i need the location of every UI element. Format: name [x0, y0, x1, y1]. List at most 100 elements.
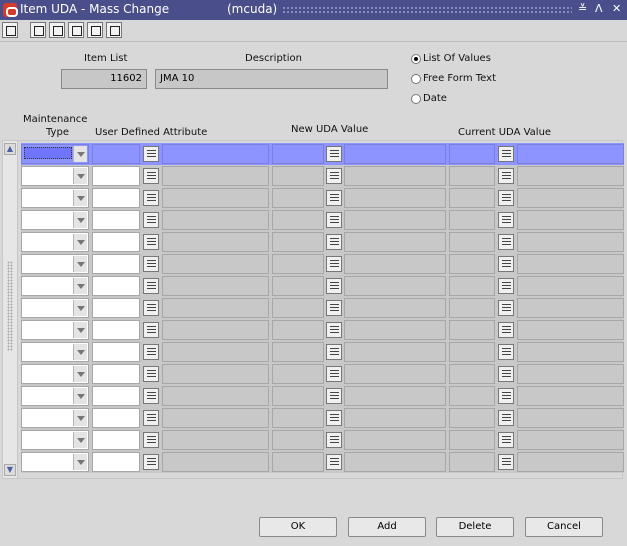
uda-field[interactable] [92, 254, 140, 274]
uda-list-button[interactable] [143, 146, 159, 162]
table-row[interactable] [21, 231, 624, 253]
ok-button[interactable]: OK [259, 517, 337, 537]
chevron-down-icon[interactable] [73, 344, 87, 360]
maintenance-type-select[interactable] [21, 430, 89, 450]
table-row[interactable] [21, 275, 624, 297]
new-uda-value-field[interactable] [272, 298, 324, 318]
current-value-list-button[interactable] [498, 388, 514, 404]
add-button[interactable]: Add [348, 517, 426, 537]
chevron-down-icon[interactable] [73, 388, 87, 404]
table-row[interactable] [21, 451, 624, 473]
maintenance-type-select[interactable] [21, 364, 89, 384]
maintenance-type-select[interactable] [21, 210, 89, 230]
uda-list-button[interactable] [143, 366, 159, 382]
uda-list-button[interactable] [143, 322, 159, 338]
maintenance-type-select[interactable] [21, 276, 89, 296]
maintenance-type-select[interactable] [21, 320, 89, 340]
new-value-list-button[interactable] [326, 388, 342, 404]
current-value-list-button[interactable] [498, 344, 514, 360]
description-field[interactable]: JMA 10 [155, 69, 388, 89]
uda-list-button[interactable] [143, 344, 159, 360]
uda-list-button[interactable] [143, 454, 159, 470]
maintenance-type-select[interactable] [21, 188, 89, 208]
uda-field[interactable] [92, 166, 140, 186]
table-row[interactable] [21, 341, 624, 363]
new-value-list-button[interactable] [326, 168, 342, 184]
table-row[interactable] [21, 209, 624, 231]
date-radio[interactable] [411, 94, 421, 104]
chevron-down-icon[interactable] [73, 322, 87, 338]
chevron-down-icon[interactable] [73, 212, 87, 228]
current-value-list-button[interactable] [498, 300, 514, 316]
uda-field[interactable] [92, 386, 140, 406]
current-value-list-button[interactable] [498, 146, 514, 162]
maximize-icon[interactable]: ᐱ [595, 2, 603, 15]
chevron-down-icon[interactable] [73, 278, 87, 294]
uda-field[interactable] [92, 144, 140, 164]
chevron-down-icon[interactable] [73, 300, 87, 316]
print-icon[interactable] [87, 22, 103, 38]
new-value-list-button[interactable] [326, 432, 342, 448]
current-value-list-button[interactable] [498, 432, 514, 448]
uda-field[interactable] [92, 452, 140, 472]
uda-list-button[interactable] [143, 234, 159, 250]
uda-field[interactable] [92, 276, 140, 296]
new-value-list-button[interactable] [326, 212, 342, 228]
uda-field[interactable] [92, 232, 140, 252]
new-value-list-button[interactable] [326, 344, 342, 360]
chevron-down-icon[interactable] [73, 432, 87, 448]
new-value-list-button[interactable] [326, 300, 342, 316]
uda-field[interactable] [92, 408, 140, 428]
current-value-list-button[interactable] [498, 410, 514, 426]
chevron-down-icon[interactable] [73, 190, 87, 206]
uda-field[interactable] [92, 320, 140, 340]
maintenance-type-select[interactable] [21, 166, 89, 186]
table-row[interactable] [21, 319, 624, 341]
uda-list-button[interactable] [143, 256, 159, 272]
uda-field[interactable] [92, 298, 140, 318]
maintenance-type-select[interactable] [21, 408, 89, 428]
free-form-text-radio[interactable] [411, 74, 421, 84]
cancel-button[interactable]: Cancel [525, 517, 603, 537]
scroll-up-icon[interactable]: ▲ [4, 143, 16, 155]
maintenance-type-select[interactable] [21, 144, 89, 164]
chevron-down-icon[interactable] [73, 168, 87, 184]
new-uda-value-field[interactable] [272, 254, 324, 274]
new-value-list-button[interactable] [326, 454, 342, 470]
new-uda-value-field[interactable] [272, 232, 324, 252]
home-icon[interactable] [2, 22, 18, 38]
new-uda-value-field[interactable] [272, 210, 324, 230]
chevron-down-icon[interactable] [73, 366, 87, 382]
list-of-values-radio[interactable] [411, 54, 421, 64]
uda-list-button[interactable] [143, 168, 159, 184]
item-list-field[interactable]: 11602 [61, 69, 147, 89]
current-value-list-button[interactable] [498, 366, 514, 382]
maintenance-type-select[interactable] [21, 452, 89, 472]
uda-field[interactable] [92, 188, 140, 208]
scroll-down-icon[interactable]: ▼ [4, 464, 16, 476]
new-uda-value-field[interactable] [272, 430, 324, 450]
new-uda-value-field[interactable] [272, 166, 324, 186]
maintenance-type-select[interactable] [21, 232, 89, 252]
current-value-list-button[interactable] [498, 212, 514, 228]
clipboard-icon[interactable] [68, 22, 84, 38]
uda-list-button[interactable] [143, 190, 159, 206]
table-row[interactable] [21, 253, 624, 275]
help-book-icon[interactable] [49, 22, 65, 38]
uda-list-button[interactable] [143, 388, 159, 404]
new-uda-value-field[interactable] [272, 144, 324, 164]
chevron-down-icon[interactable] [73, 234, 87, 250]
new-value-list-button[interactable] [326, 146, 342, 162]
uda-field[interactable] [92, 342, 140, 362]
uda-list-button[interactable] [143, 410, 159, 426]
current-value-list-button[interactable] [498, 190, 514, 206]
chevron-down-icon[interactable] [73, 256, 87, 272]
table-row[interactable] [21, 143, 624, 165]
current-value-list-button[interactable] [498, 454, 514, 470]
chevron-down-icon[interactable] [73, 146, 87, 162]
chevron-down-icon[interactable] [73, 410, 87, 426]
table-row[interactable] [21, 165, 624, 187]
new-uda-value-field[interactable] [272, 364, 324, 384]
current-value-list-button[interactable] [498, 322, 514, 338]
restore-icon[interactable]: ≚ [578, 2, 587, 15]
